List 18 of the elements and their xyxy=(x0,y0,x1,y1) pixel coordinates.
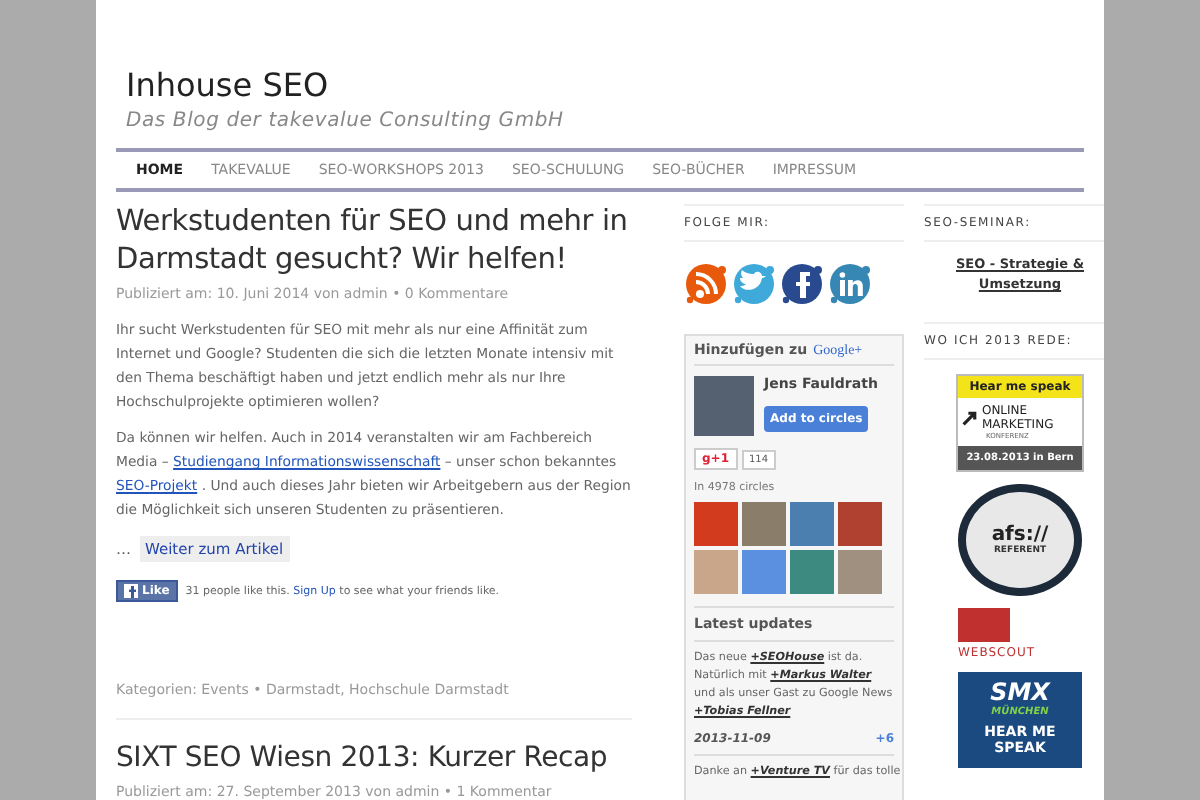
avatar-placeholder[interactable] xyxy=(838,502,882,546)
post-title[interactable]: Werkstudenten für SEO und mehr in Darmstadt gesucht? Wir helfen! xyxy=(116,204,632,280)
avatar-placeholder[interactable] xyxy=(790,550,834,594)
avatar-placeholder[interactable] xyxy=(694,502,738,546)
avatar-placeholder[interactable] xyxy=(790,502,834,546)
avatar-placeholder[interactable] xyxy=(742,502,786,546)
site-title[interactable]: Inhouse SEO xyxy=(126,66,1084,106)
photo-placeholder xyxy=(694,376,754,436)
post-title[interactable]: SIXT SEO Wiesn 2013: Kurzer Recap xyxy=(116,740,632,778)
facebook-icon[interactable] xyxy=(780,262,824,306)
site-tagline: Das Blog der takevalue Consulting GmbH xyxy=(126,110,566,132)
avatar-placeholder[interactable] xyxy=(838,550,882,594)
avatar-placeholder[interactable] xyxy=(742,550,786,594)
avatar-placeholder[interactable] xyxy=(694,550,738,594)
linkedin-icon[interactable] xyxy=(828,262,872,306)
thumb-icon xyxy=(124,584,138,598)
arrow-icon xyxy=(962,408,978,428)
rss-icon[interactable] xyxy=(684,262,728,306)
